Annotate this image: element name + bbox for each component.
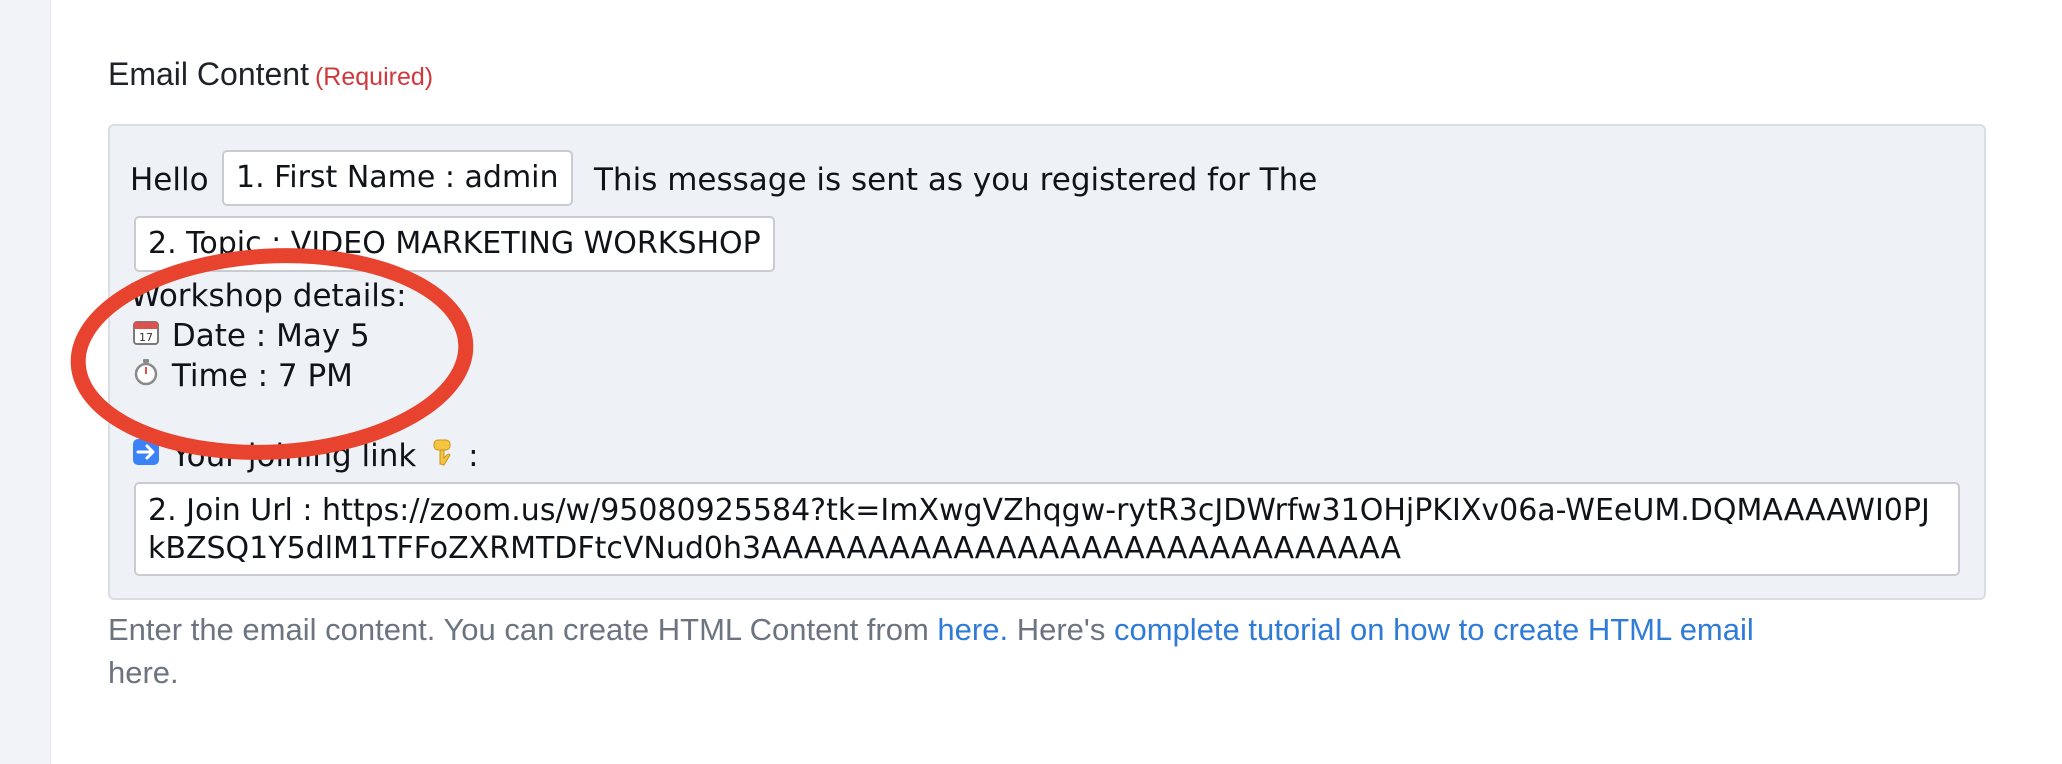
- help-text-after: here.: [108, 655, 179, 690]
- date-line: 17 Date : May 5: [130, 318, 370, 354]
- calendar-icon: 17: [130, 318, 162, 353]
- help-text-before: Enter the email content. You can create …: [108, 612, 929, 647]
- email-content-label: Email Content (Required): [108, 56, 433, 93]
- date-text: Date : May 5: [171, 318, 370, 354]
- first-name-merge-tag[interactable]: 1. First Name : admin: [222, 150, 573, 206]
- pointing-down-icon: [426, 438, 458, 473]
- svg-text:17: 17: [139, 331, 153, 344]
- here-link[interactable]: here.: [937, 612, 1008, 647]
- time-text: Time : 7 PM: [171, 358, 353, 394]
- greeting-text: Hello: [130, 162, 209, 198]
- joining-colon: :: [468, 438, 479, 474]
- sent-message-text: This message is sent as you registered f…: [594, 162, 1318, 198]
- stopwatch-icon: [130, 358, 162, 393]
- joining-link-line: Your joining link :: [130, 438, 479, 474]
- email-content-title: Email Content: [108, 56, 309, 92]
- tutorial-link[interactable]: complete tutorial on how to create HTML …: [1114, 612, 1754, 647]
- right-arrow-icon: [130, 438, 162, 473]
- topic-merge-tag[interactable]: 2. Topic : VIDEO MARKETING WORKSHOP: [134, 216, 775, 272]
- help-text-middle: Here's: [1016, 612, 1106, 647]
- email-content-editor[interactable]: Hello 1. First Name : admin This message…: [108, 124, 1986, 600]
- required-indicator: (Required): [314, 63, 434, 91]
- time-line: Time : 7 PM: [130, 358, 353, 394]
- join-url-merge-tag[interactable]: 2. Join Url : https://zoom.us/w/95080925…: [134, 482, 1960, 576]
- workshop-details-text: Workshop details:: [130, 278, 407, 314]
- panel-border: [50, 0, 51, 764]
- joining-link-text: Your joining link: [171, 438, 417, 474]
- help-text: Enter the email content. You can create …: [108, 608, 1988, 694]
